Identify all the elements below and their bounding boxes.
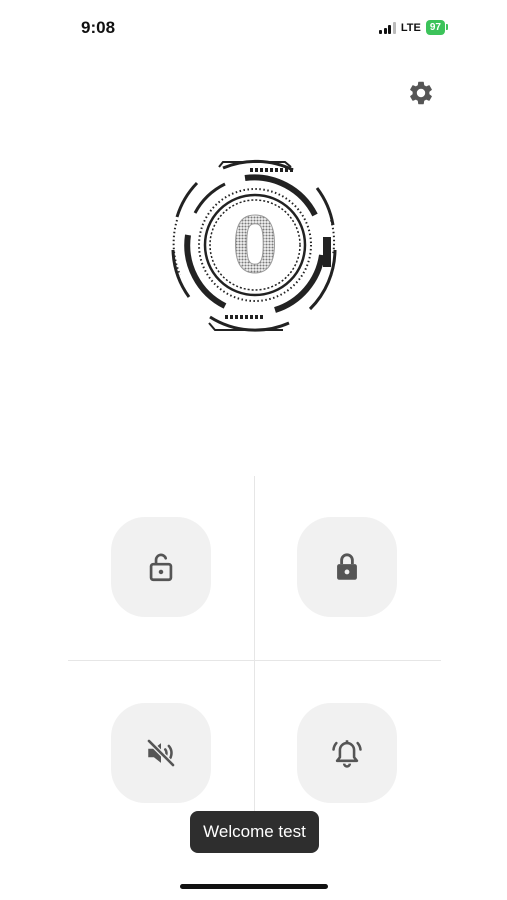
status-indicators: LTE 97 — [379, 20, 449, 35]
toast-text: Welcome test — [203, 822, 306, 841]
alarm-bell-icon — [332, 740, 362, 768]
signal-icon — [379, 21, 396, 34]
battery-indicator: 97 — [425, 20, 449, 35]
lock-button[interactable] — [297, 517, 397, 617]
welcome-toast: Welcome test — [190, 811, 319, 853]
logo-letter: 0 — [232, 199, 278, 290]
status-time: 9:08 — [81, 18, 116, 37]
home-indicator[interactable] — [180, 884, 328, 889]
alarm-button[interactable] — [297, 703, 397, 803]
grid-divider-horizontal — [68, 660, 441, 661]
unlock-button[interactable] — [111, 517, 211, 617]
unlock-icon — [149, 553, 173, 582]
app-logo: 0 — [160, 150, 350, 340]
status-bar: 9:08 LTE 97 — [0, 0, 507, 56]
speaker-mute-icon — [147, 739, 175, 767]
settings-button[interactable] — [407, 79, 435, 107]
mute-button[interactable] — [111, 703, 211, 803]
gear-icon — [410, 81, 432, 105]
grid-divider-vertical — [254, 476, 255, 826]
lock-icon — [337, 553, 357, 580]
network-type: LTE — [400, 21, 421, 34]
